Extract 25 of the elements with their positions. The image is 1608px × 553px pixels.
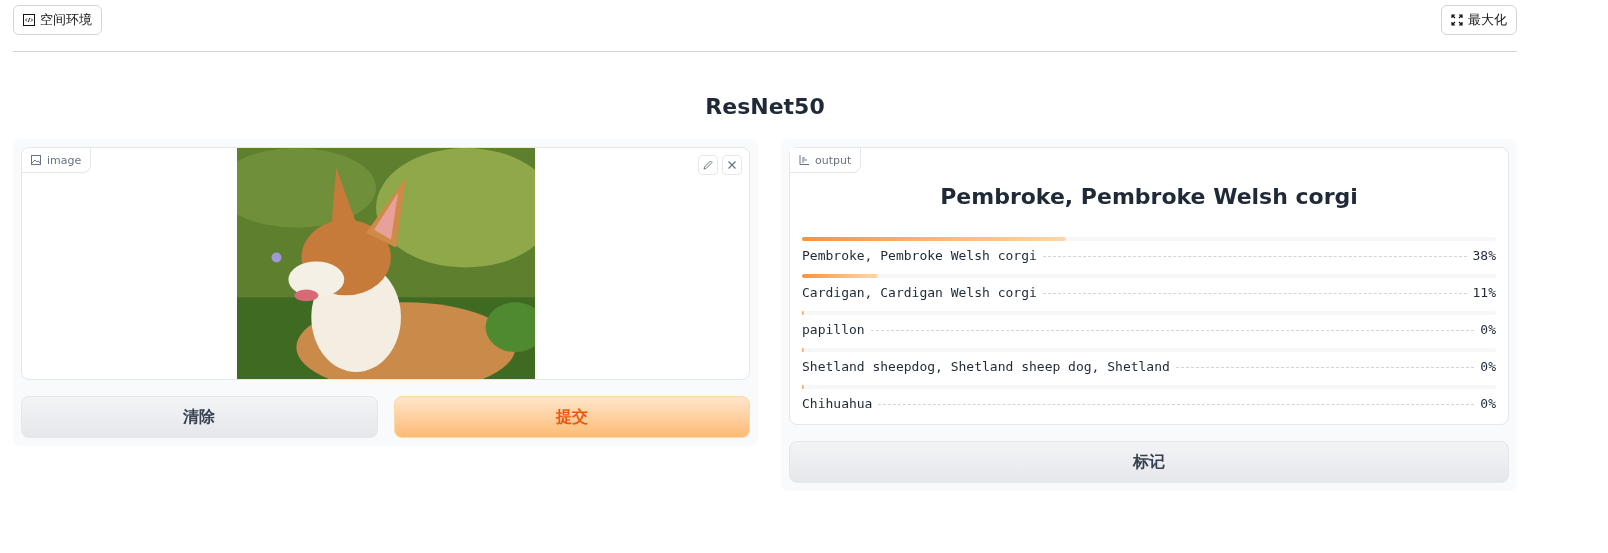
block-label: output — [790, 148, 862, 173]
class-label: Pembroke, Pembroke Welsh corgi — [802, 248, 1037, 263]
class-label: Shetland sheepdog, Shetland sheep dog, Shetland — [802, 359, 1170, 374]
pencil-icon — [703, 160, 713, 170]
confidence-value: 0% — [1480, 396, 1496, 411]
class-label: papillon — [802, 322, 865, 337]
block-label: image — [22, 148, 92, 173]
confidence-value: 11% — [1472, 285, 1496, 300]
flag-button[interactable]: 标记 — [789, 441, 1509, 483]
confidence-value: 38% — [1472, 248, 1496, 263]
expand-icon — [1451, 14, 1463, 26]
close-icon — [727, 160, 737, 170]
maximize-button[interactable]: 最大化 — [1441, 5, 1517, 35]
page-title: ResNet50 — [704, 94, 826, 119]
class-label: Cardigan, Cardigan Welsh corgi — [802, 285, 1037, 300]
confidence-value: 0% — [1480, 322, 1496, 337]
image-icon — [31, 155, 41, 165]
predicted-label: Pembroke, Pembroke Welsh corgi — [939, 184, 1359, 209]
confidence-value: 0% — [1480, 359, 1496, 374]
class-label: Chihuahua — [802, 396, 873, 411]
close-button[interactable] — [722, 155, 742, 175]
bar-chart-icon — [799, 155, 809, 165]
spaces-button[interactable]: 空间环境 — [13, 5, 102, 35]
clear-button[interactable]: 清除 — [21, 396, 378, 438]
code-icon — [23, 14, 35, 26]
